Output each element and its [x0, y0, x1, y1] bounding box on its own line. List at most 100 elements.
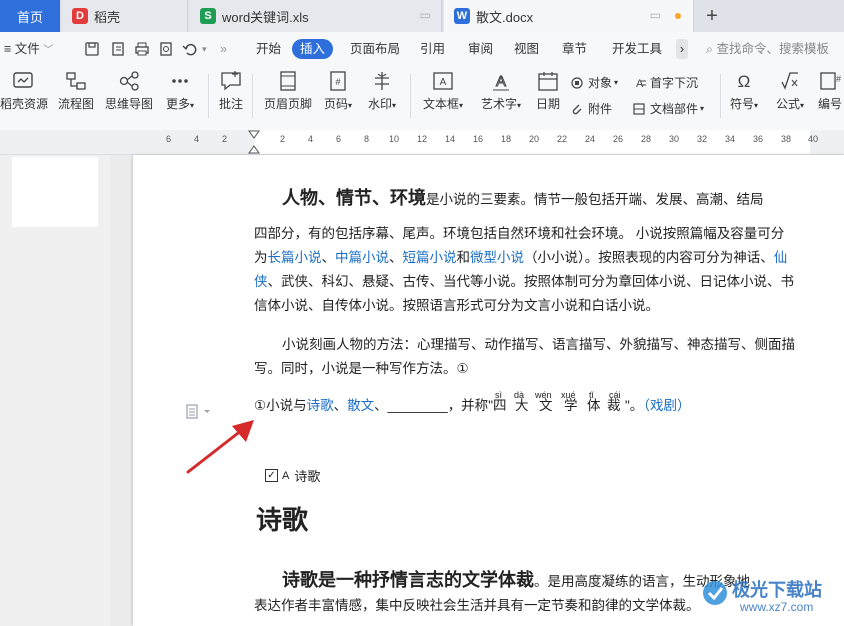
mindmap-button[interactable]: 思维导图 — [104, 70, 154, 112]
link-novel-medium[interactable]: 中篇小说 — [335, 250, 389, 265]
svg-text:A: A — [636, 78, 644, 90]
comment-label: 批注 — [218, 97, 243, 111]
link-prose[interactable]: 散文 — [347, 398, 374, 413]
menu-tab-start[interactable]: 开始 — [256, 39, 281, 59]
chevron-down-icon: ▾ — [517, 101, 522, 110]
ruler-tick: 18 — [501, 134, 512, 144]
wordart-label: 艺术字 — [480, 97, 517, 111]
drop-cap-button[interactable]: A 首字下沉 — [632, 74, 698, 91]
watermark-name: 极光下载站 — [732, 580, 822, 600]
save-icon[interactable] — [84, 41, 100, 57]
flowchart-button[interactable]: 流程图 — [56, 70, 96, 112]
tab-xls-label: word关键词.xls — [222, 9, 309, 25]
tab-docer[interactable]: D 稻壳 — [62, 0, 188, 32]
pinyin: wén — [534, 390, 552, 400]
para-text: 、 — [389, 250, 403, 265]
svg-text:A: A — [496, 73, 506, 90]
header-footer-button[interactable]: 页眉页脚 — [262, 70, 314, 112]
file-menu[interactable]: ≡ 文件 ﹀ — [4, 39, 53, 59]
bold-lead: 人物、情节、环境 — [282, 188, 426, 208]
print-icon[interactable] — [134, 41, 150, 57]
ribbon-divider — [720, 74, 721, 118]
page-thumbnail[interactable] — [12, 157, 98, 227]
menu-scroll-right-icon[interactable]: › — [676, 39, 688, 59]
date-button[interactable]: 日期 — [534, 70, 562, 112]
mindmap-label: 思维导图 — [104, 97, 153, 111]
footnote-line: ①小说与诗歌、散文、________，并称" sì 四 dà 大 wén 文 xué 学 tǐ 体 c… — [254, 390, 824, 416]
word-doc-icon: W — [454, 8, 470, 24]
menu-tab-view[interactable]: 视图 — [514, 39, 539, 59]
ribbon-toolbar: 稻壳资源 流程图 思维导图 更多▾ 批注 页眉页脚 # 页码▾ 水印▾ A 文本… — [0, 66, 844, 131]
symbol-button[interactable]: Ω 符号▾ — [726, 70, 762, 112]
omega-icon: Ω — [738, 72, 751, 91]
svg-text:#: # — [335, 77, 340, 87]
indent-marker-icon[interactable] — [248, 130, 260, 154]
chevron-down-icon: ▾ — [700, 104, 705, 113]
monitor-icon[interactable]: ▭ — [650, 8, 661, 22]
tab-docx[interactable]: W 散文.docx ▭ — [444, 0, 694, 32]
undo-icon[interactable] — [182, 41, 198, 57]
search-icon: ⌕ — [706, 42, 714, 56]
more-quick-icon[interactable]: » — [220, 39, 227, 59]
tab-home[interactable]: 首页 — [0, 0, 60, 32]
wordart-icon: A — [493, 73, 509, 91]
link-novel-long[interactable]: 长篇小说 — [268, 250, 322, 265]
textbox-button[interactable]: A 文本框▾ — [420, 70, 466, 112]
numbering-button[interactable]: # 编号 — [816, 70, 844, 112]
export-pdf-icon[interactable] — [110, 41, 126, 57]
ruler-tick: 4 — [194, 134, 200, 144]
object-button[interactable]: 对象 ▾ — [570, 74, 618, 91]
doc-parts-button[interactable]: 文档部件 ▾ — [632, 100, 704, 117]
monitor-icon[interactable]: ▭ — [420, 8, 431, 22]
formula-button[interactable]: 公式▾ — [772, 70, 808, 112]
command-search[interactable]: ⌕ 查找命令、搜索模板 — [706, 39, 829, 59]
section-heading: 诗歌 — [256, 506, 309, 535]
tab-bar: 首页 D 稻壳 S word关键词.xls ▭ W 散文.docx ▭ + — [0, 0, 844, 32]
menu-tab-chapter[interactable]: 章节 — [562, 39, 587, 59]
link-xianxia[interactable]: 仙 — [774, 250, 788, 265]
checkbox-checked-icon[interactable]: ✓ — [265, 469, 278, 482]
ruler-tick: 14 — [445, 134, 456, 144]
link-novel-short[interactable]: 短篇小说 — [403, 250, 457, 265]
symbol-label: 符号 — [729, 97, 754, 111]
tab-xls[interactable]: S word关键词.xls ▭ — [190, 0, 442, 32]
tab-docer-label: 稻壳 — [94, 9, 121, 25]
menu-tab-layout[interactable]: 页面布局 — [350, 39, 400, 59]
watermark-button[interactable]: 水印▾ — [364, 70, 400, 112]
more-button[interactable]: 更多▾ — [162, 70, 198, 112]
chevron-down-icon: ▾ — [459, 101, 464, 110]
object-label: 对象 — [588, 76, 613, 90]
paragraph-methods: 小说刻画人物的方法：心理描写、动作描写、语言描写、外貌描写、神态描写、侧面描 写… — [254, 333, 810, 381]
page-number-label: 页码 — [323, 97, 348, 111]
comment-button[interactable]: 批注 — [216, 70, 246, 112]
attachment-button[interactable]: 附件 — [570, 100, 612, 117]
ruler-tick: 22 — [557, 134, 568, 144]
page-number-button[interactable]: # 页码▾ — [320, 70, 356, 112]
more-label: 更多 — [165, 97, 190, 111]
menu-tab-references[interactable]: 引用 — [420, 39, 445, 59]
para-text: （小小说）。按照表现的内容可分为神话、 — [524, 250, 774, 265]
bold-lead: 诗歌是一种抒情言志的文学体裁 — [282, 570, 534, 590]
wordart-button[interactable]: A 艺术字▾ — [478, 70, 524, 112]
ruler-tick: 30 — [669, 134, 680, 144]
docer-resources-button[interactable]: 稻壳资源 — [0, 70, 48, 112]
link-xianxia[interactable]: 侠 — [254, 274, 268, 289]
menu-tab-review[interactable]: 审阅 — [468, 39, 493, 59]
print-preview-icon[interactable] — [158, 41, 174, 57]
undo-dropdown-icon[interactable]: ▾ — [202, 39, 207, 59]
footnote-text: ，并称 — [447, 398, 489, 413]
answer-text: （戏剧） — [643, 398, 691, 413]
new-tab-button[interactable]: + — [700, 0, 724, 32]
checkbox-item[interactable]: ✓ A 诗歌 — [265, 466, 320, 485]
calendar-icon — [538, 72, 558, 91]
horizontal-ruler[interactable]: 6 4 2 2 4 6 8 10 12 14 16 18 20 22 24 26… — [0, 130, 844, 155]
ruler-tick: 24 — [585, 134, 596, 144]
menu-tab-developer[interactable]: 开发工具 — [612, 39, 662, 59]
link-novel-micro[interactable]: 微型小说 — [470, 250, 524, 265]
menu-tab-insert[interactable]: 插入 — [292, 39, 334, 59]
svg-text:Ω: Ω — [738, 72, 751, 91]
para-text: 和 — [456, 250, 471, 265]
ruby-char: wén 文 — [535, 390, 561, 416]
link-poetry[interactable]: 诗歌 — [307, 398, 334, 413]
checkbox-letter: A — [282, 469, 290, 482]
